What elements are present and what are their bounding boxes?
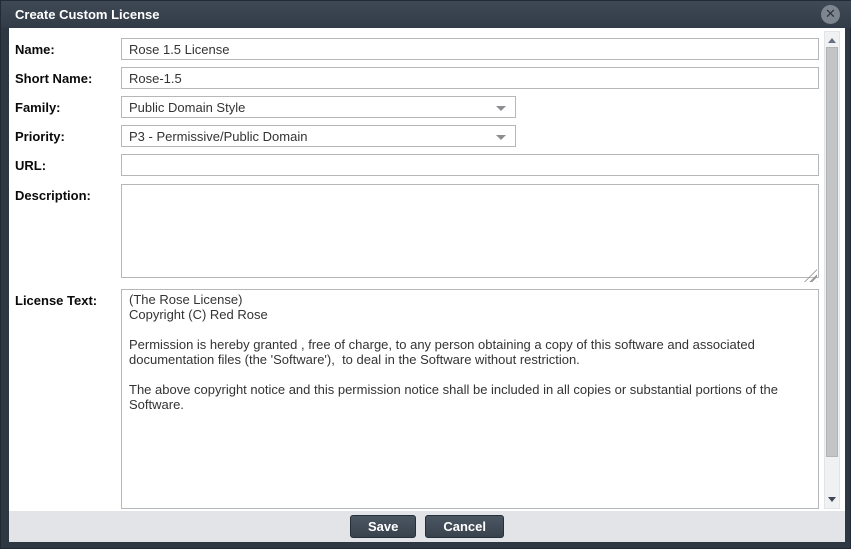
priority-label: Priority: [15, 129, 65, 144]
dialog-title: Create Custom License [15, 7, 160, 22]
close-icon: ✕ [825, 8, 836, 21]
scrollbar-thumb[interactable] [826, 47, 838, 457]
dialog-scrollbar[interactable] [824, 31, 840, 509]
dialog-footer: Save Cancel [9, 511, 845, 542]
url-label: URL: [15, 158, 46, 173]
family-selected-value: Public Domain Style [129, 100, 245, 115]
name-label: Name: [15, 42, 55, 57]
dialog-body: Name: Short Name: Family: Public Domain … [9, 28, 845, 511]
priority-selected-value: P3 - Permissive/Public Domain [129, 129, 307, 144]
description-textarea[interactable] [121, 184, 819, 278]
dialog-titlebar: Create Custom License ✕ [1, 1, 851, 28]
create-custom-license-dialog: Create Custom License ✕ Name: Short Name… [0, 0, 851, 549]
description-label: Description: [15, 188, 91, 203]
close-button[interactable]: ✕ [821, 5, 840, 24]
chevron-down-icon [496, 135, 506, 140]
cancel-button[interactable]: Cancel [425, 515, 504, 538]
short-name-label: Short Name: [15, 71, 92, 86]
scroll-down-icon[interactable] [828, 497, 836, 502]
priority-dropdown[interactable]: P3 - Permissive/Public Domain [121, 125, 516, 147]
url-input[interactable] [121, 154, 819, 176]
scroll-up-icon[interactable] [828, 38, 836, 43]
short-name-input[interactable] [121, 67, 819, 89]
license-text-textarea[interactable]: (The Rose License) Copyright (C) Red Ros… [121, 289, 819, 509]
name-input[interactable] [121, 38, 819, 60]
family-label: Family: [15, 100, 61, 115]
chevron-down-icon [496, 106, 506, 111]
license-text-label: License Text: [15, 293, 97, 308]
family-dropdown[interactable]: Public Domain Style [121, 96, 516, 118]
save-button[interactable]: Save [350, 515, 416, 538]
